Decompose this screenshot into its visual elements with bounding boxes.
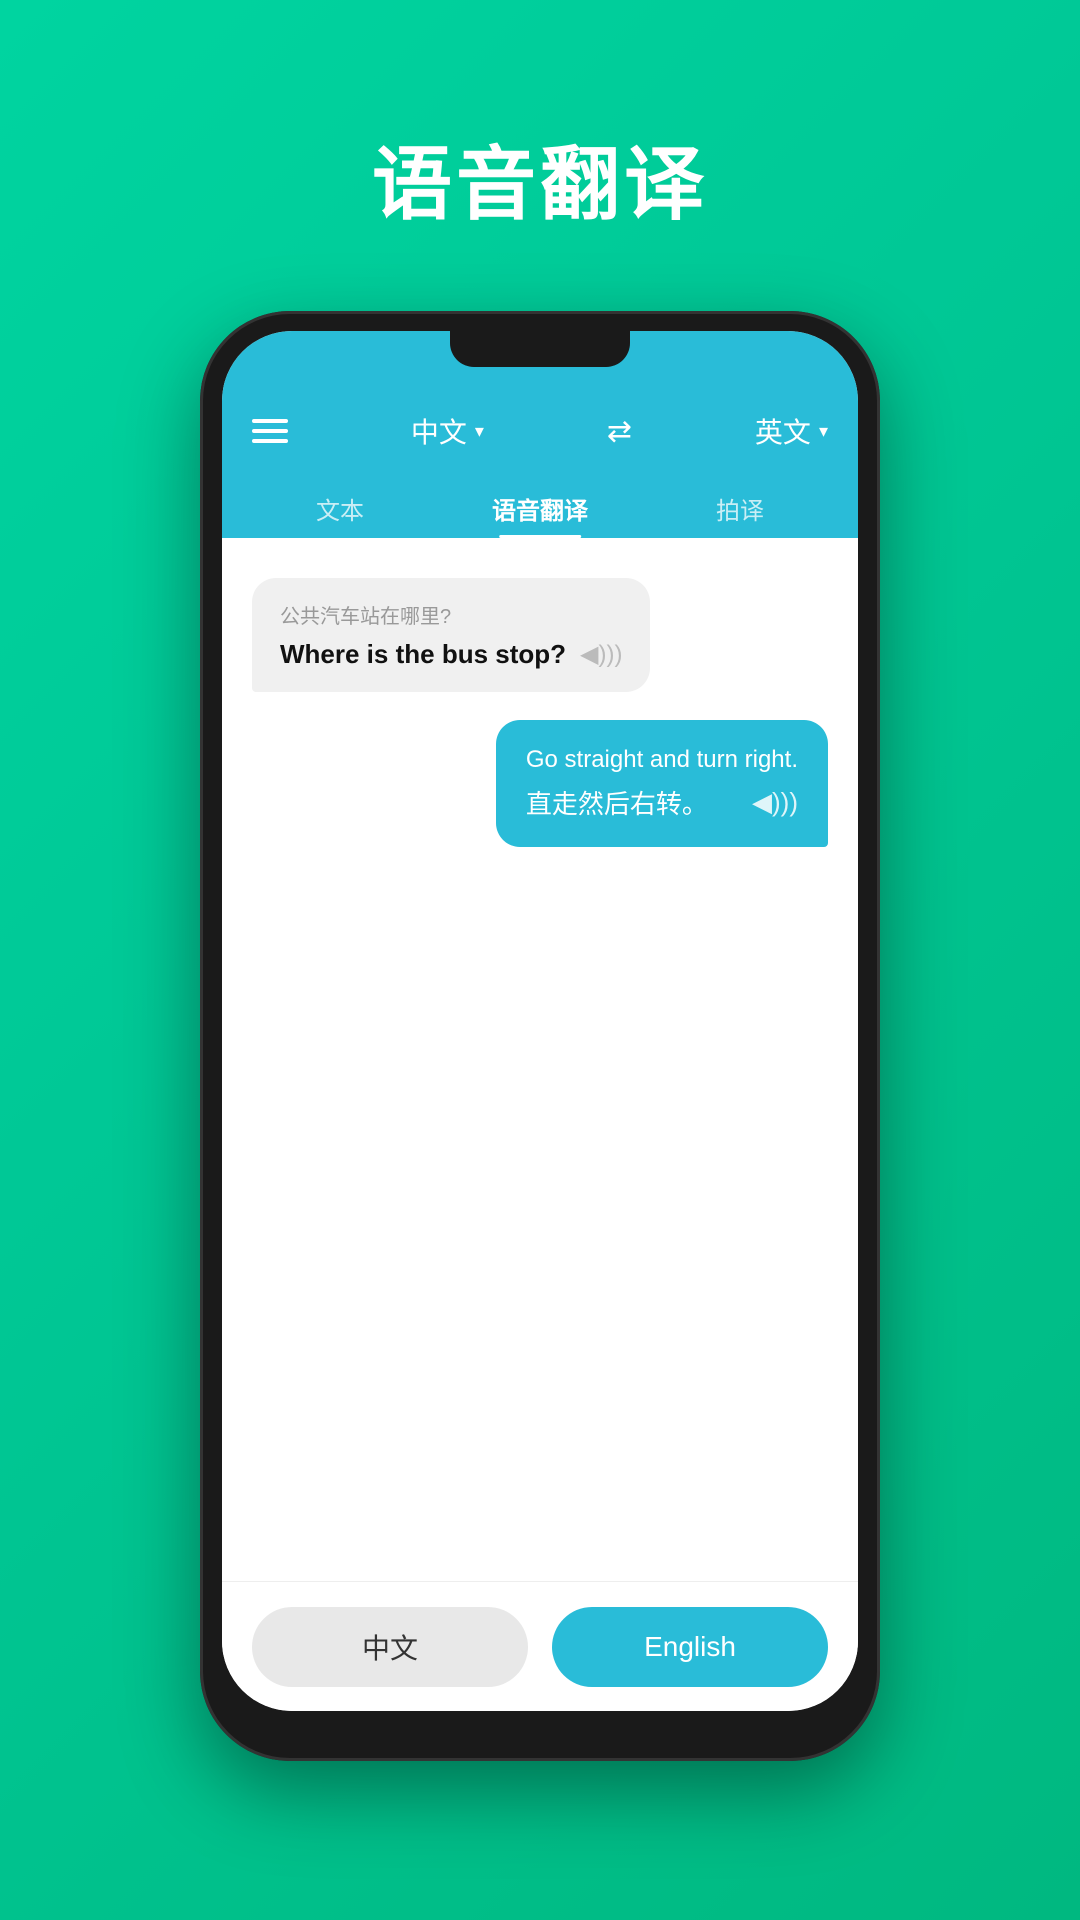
phone-wrapper: 中文 ▾ ⇄ 英文 ▾ 文本 语音翻译 [190,296,890,1776]
header-top: 中文 ▾ ⇄ 英文 ▾ [252,399,828,463]
phone-notch [450,331,630,367]
tab-text[interactable]: 文本 [296,479,384,538]
message-bubble-right: Go straight and turn right. 直走然后右转。 ◀))) [496,720,828,847]
notch-area [222,331,858,381]
bubble-right-bottom: 直走然后右转。 ◀))) [526,784,798,821]
target-language-selector[interactable]: 英文 ▾ [755,411,828,451]
bubble-right-line1: Go straight and turn right. [526,746,798,774]
chat-area: 公共汽车站在哪里? Where is the bus stop? ◀))) Go… [222,538,858,1581]
message-bubble-left: 公共汽车站在哪里? Where is the bus stop? ◀))) [252,578,650,692]
swap-language-button[interactable]: ⇄ [607,414,632,449]
chinese-mic-button[interactable]: 中文 [252,1607,528,1687]
app-header: 中文 ▾ ⇄ 英文 ▾ 文本 语音翻译 [222,381,858,538]
bubble-subtitle: 公共汽车站在哪里? [280,600,622,629]
tab-voice-translate[interactable]: 语音翻译 [472,479,608,538]
bubble-main-text: Where is the bus stop? [280,639,566,670]
target-language-label: 英文 [755,411,811,451]
tab-bar: 文本 语音翻译 拍译 [252,479,828,538]
menu-button[interactable] [252,419,288,443]
english-mic-button[interactable]: English [552,1607,828,1687]
source-language-label: 中文 [411,411,467,451]
tab-photo-translate[interactable]: 拍译 [696,479,784,538]
source-lang-arrow: ▾ [475,421,484,442]
bottom-bar: 中文 English [222,1581,858,1711]
phone-screen: 中文 ▾ ⇄ 英文 ▾ 文本 语音翻译 [222,331,858,1711]
bubble-right-line2: 直走然后右转。 [526,784,708,821]
speaker-icon-right[interactable]: ◀))) [752,787,798,818]
page-title: 语音翻译 [372,120,708,236]
source-language-selector[interactable]: 中文 ▾ [411,411,484,451]
bubble-main: Where is the bus stop? ◀))) [280,639,622,670]
speaker-icon-left[interactable]: ◀))) [580,640,622,669]
target-lang-arrow: ▾ [819,421,828,442]
